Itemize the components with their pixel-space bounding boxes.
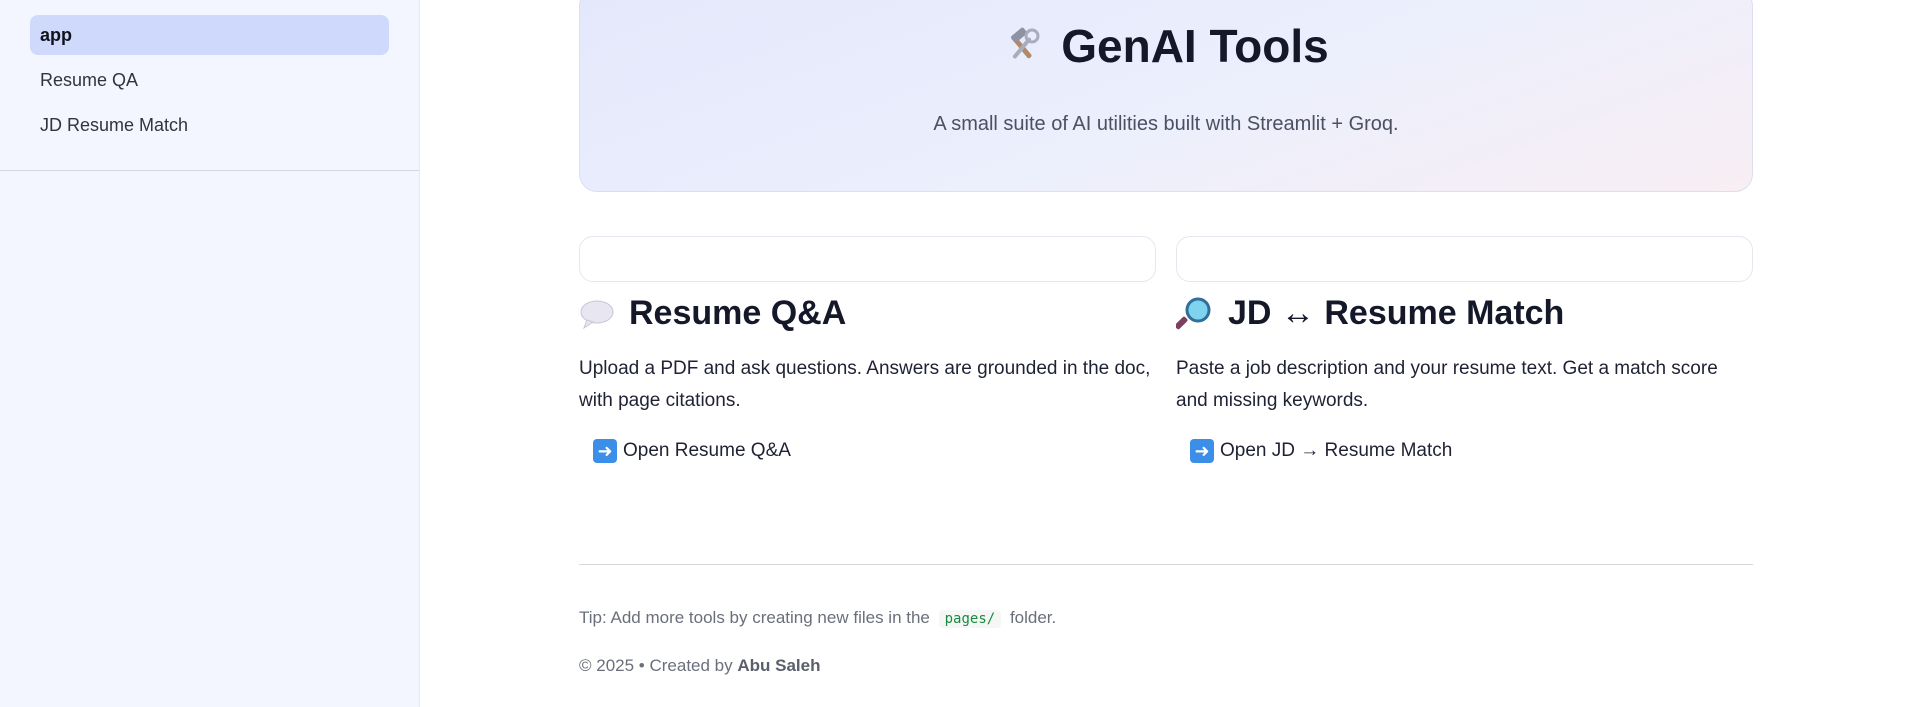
card-header-box (1176, 236, 1753, 282)
card-header-box (579, 236, 1156, 282)
sidebar-item-app[interactable]: app (30, 15, 389, 55)
page-title: GenAI Tools (580, 19, 1752, 73)
sidebar-item-jd-resume-match[interactable]: JD Resume Match (30, 105, 389, 145)
sidebar: app Resume QA JD Resume Match (0, 0, 420, 707)
footer-prefix: © 2025 • Created by (579, 656, 733, 675)
right-arrow-icon: ➜ (593, 439, 617, 463)
code-snippet: pages/ (938, 610, 1002, 628)
link-label: Open Resume Q&A (623, 440, 791, 461)
tip-suffix: folder. (1009, 608, 1057, 627)
hero-banner: GenAI Tools A small suite of AI utilitie… (579, 0, 1753, 192)
link-label: Open JD → Resume Match (1220, 440, 1453, 461)
page-title-text: GenAI Tools (1061, 20, 1329, 72)
divider (579, 564, 1753, 565)
tip-text: Tip: Add more tools by creating new file… (579, 608, 1056, 628)
hammer-wrench-icon (1003, 27, 1041, 65)
sidebar-item-resume-qa[interactable]: Resume QA (30, 60, 389, 100)
tool-card-resume-qa: Resume Q&A Upload a PDF and ask question… (579, 236, 1156, 463)
main-content: GenAI Tools A small suite of AI utilitie… (420, 0, 1918, 707)
magnifying-glass-icon (1176, 296, 1214, 332)
tool-card-jd-resume-match: JD ↔ Resume Match Paste a job descriptio… (1176, 236, 1753, 463)
card-title-text: Resume Q&A (629, 294, 847, 332)
card-description: Upload a PDF and ask questions. Answers … (579, 358, 1151, 411)
open-jd-resume-match-link[interactable]: ➜ Open JD → Resume Match (1190, 439, 1753, 463)
speech-bubble-icon (579, 298, 615, 330)
right-arrow-icon: ➜ (1190, 439, 1214, 463)
card-title-text: JD ↔ Resume Match (1228, 294, 1565, 332)
tip-prefix: Tip: Add more tools by creating new file… (579, 608, 930, 627)
footer-author: Abu Saleh (737, 656, 821, 675)
card-title: JD ↔ Resume Match (1176, 294, 1753, 333)
page-subtitle: A small suite of AI utilities built with… (933, 113, 1399, 135)
card-description: Paste a job description and your resume … (1176, 358, 1718, 411)
sidebar-nav: app Resume QA JD Resume Match (0, 0, 419, 171)
footer: © 2025 • Created by Abu Saleh (579, 656, 820, 676)
card-title: Resume Q&A (579, 294, 1156, 333)
open-resume-qa-link[interactable]: ➜ Open Resume Q&A (593, 439, 1156, 463)
